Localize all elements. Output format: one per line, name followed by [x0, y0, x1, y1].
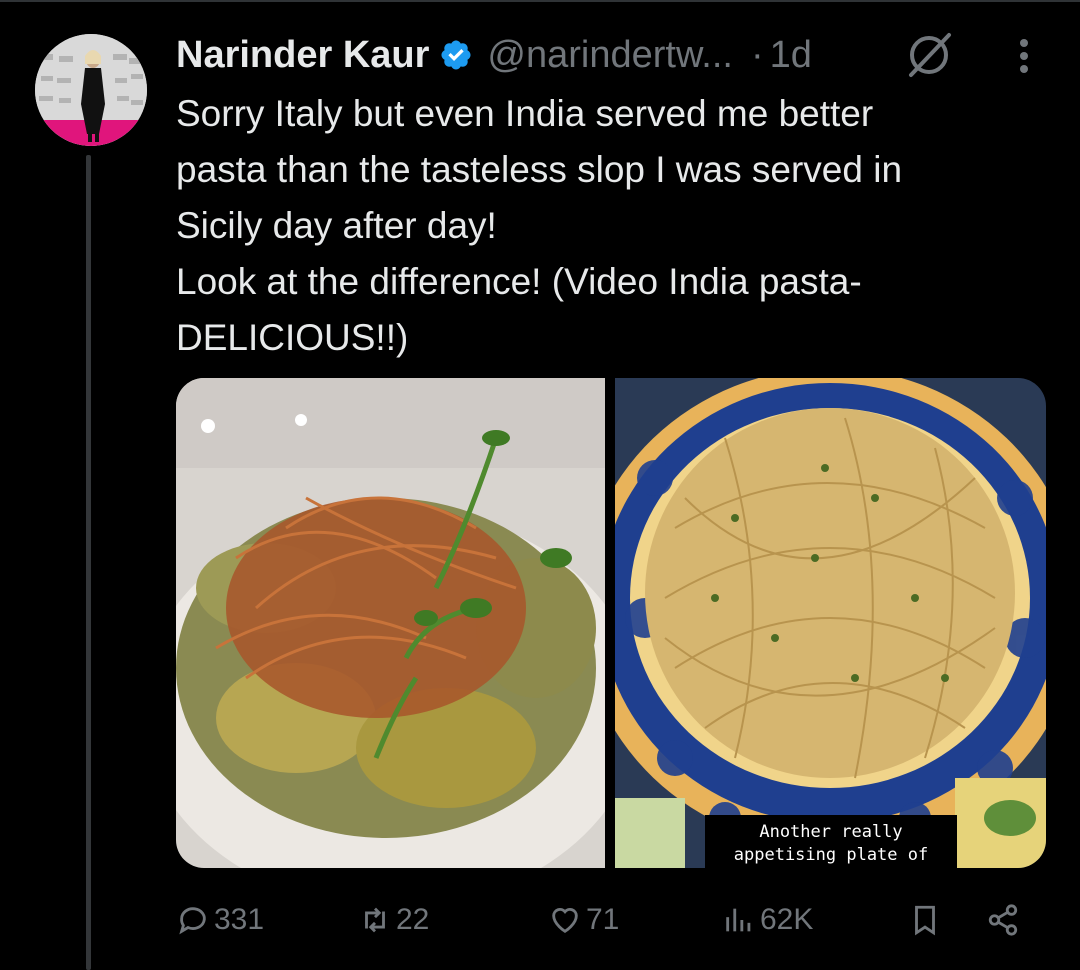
more-icon[interactable] [1008, 36, 1040, 76]
like-icon [552, 908, 578, 934]
grok-icon[interactable] [905, 31, 953, 79]
tweet-text-line: Look at the difference! (Video India pas… [176, 261, 862, 302]
action-bar: 331 22 71 62K [176, 890, 1036, 950]
bookmark-icon [915, 905, 935, 936]
bookmark-button[interactable] [908, 890, 942, 950]
media-photo-tortellini[interactable] [176, 378, 641, 868]
video-caption-line: Another really [759, 822, 903, 842]
tweet-header: Narinder Kaur @narindertw... · 1d [176, 30, 812, 80]
views-icon [726, 908, 751, 932]
top-divider [0, 0, 1080, 2]
reply-count: 331 [214, 903, 265, 936]
tweet-text-line: Sicily day after day! [176, 205, 497, 246]
repost-count: 22 [396, 903, 430, 936]
media-video-spaghetti[interactable]: Another really appetising plate of [580, 378, 1046, 868]
like-count: 71 [586, 903, 620, 936]
share-button[interactable] [986, 890, 1020, 950]
reply-button[interactable]: 331 [176, 890, 264, 950]
author-handle[interactable]: @narindertw... [487, 34, 733, 77]
tortellini-photo [176, 378, 641, 868]
tweet-text-line: DELICIOUS!!) [176, 317, 409, 358]
views-button[interactable]: 62K [722, 890, 813, 950]
video-caption-line: appetising plate of [733, 845, 929, 865]
like-button[interactable]: 71 [548, 890, 619, 950]
views-count: 62K [760, 903, 814, 936]
avatar[interactable] [35, 34, 147, 146]
tweet-text-line: Sorry Italy but even India served me bet… [176, 93, 874, 134]
repost-icon [365, 907, 385, 933]
video-caption: Another really appetising plate of [705, 815, 957, 868]
tweet-text-line: pasta than the tasteless slop I was serv… [176, 149, 903, 190]
spaghetti-photo [580, 378, 1046, 868]
media-grid: Another really appetising plate of [176, 378, 1046, 868]
timestamp[interactable]: 1d [770, 34, 812, 77]
reply-icon [179, 907, 206, 935]
tweet-text: Sorry Italy but even India served me bet… [176, 86, 1056, 366]
share-icon [988, 904, 1018, 936]
repost-button[interactable]: 22 [358, 890, 429, 950]
author-name[interactable]: Narinder Kaur [176, 34, 429, 77]
avatar-image [35, 34, 147, 146]
verified-badge-icon[interactable] [439, 38, 473, 72]
thread-line [86, 155, 91, 970]
separator-dot: · [750, 33, 764, 76]
